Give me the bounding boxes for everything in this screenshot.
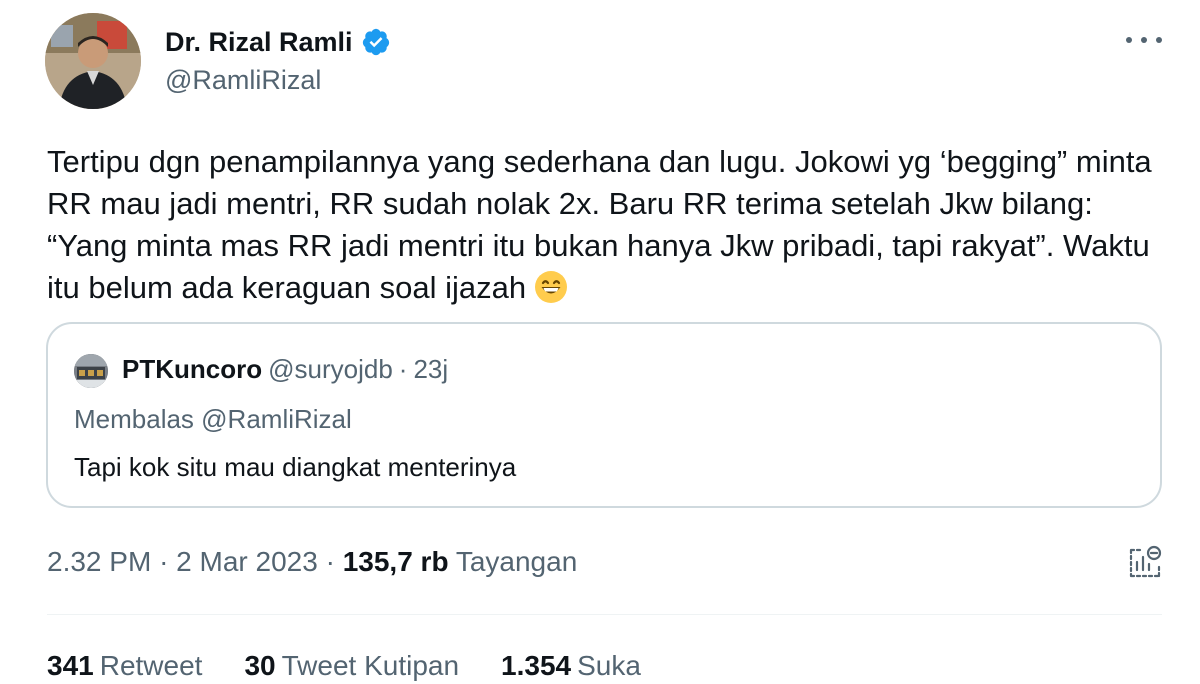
tweet-date[interactable]: 2 Mar 2023 — [176, 546, 318, 577]
quoted-tweet-header: PTKuncoro @suryojdb · 23j — [122, 352, 448, 386]
tweet-stats: 341 Retweet 30 Tweet Kutipan 1.354 Suka — [47, 648, 641, 684]
more-dot — [1126, 37, 1132, 43]
quoted-author-handle[interactable]: @suryojdb — [268, 354, 393, 384]
views-label: Tayangan — [455, 546, 578, 577]
verified-badge-icon — [361, 27, 391, 57]
tweet-text: Tertipu dgn penampilannya yang sederhana… — [47, 141, 1167, 309]
quoted-reply-context: Membalas @RamliRizal — [74, 404, 352, 434]
author-name-text: Dr. Rizal Ramli — [165, 27, 353, 57]
quotes-stat[interactable]: 30 Tweet Kutipan — [244, 648, 459, 684]
likes-stat[interactable]: 1.354 Suka — [501, 648, 641, 684]
retweets-stat[interactable]: 341 Retweet — [47, 648, 202, 684]
likes-label: Suka — [577, 650, 641, 681]
author-handle[interactable]: @RamliRizal — [165, 64, 321, 96]
quotes-label: Tweet Kutipan — [281, 650, 460, 681]
author-avatar[interactable] — [45, 13, 141, 109]
author-name[interactable]: Dr. Rizal Ramli — [165, 26, 391, 58]
quoted-tweet[interactable]: PTKuncoro @suryojdb · 23j Membalas @RamliRi… — [46, 322, 1162, 508]
separator: · — [159, 546, 169, 577]
tweet-time[interactable]: 2.32 PM — [47, 546, 151, 577]
separator: · — [325, 546, 335, 577]
quoted-tweet-text: Tapi kok situ mau diangkat menterinya — [74, 452, 517, 482]
retweets-count: 341 — [47, 650, 94, 681]
separator: · — [398, 354, 408, 384]
quotes-count: 30 — [244, 650, 276, 681]
tweet-text-content: Tertipu dgn penampilannya yang sederhana… — [47, 144, 1152, 305]
more-dot — [1156, 37, 1162, 43]
grinning-emoji-icon — [534, 270, 568, 304]
quoted-author-name[interactable]: PTKuncoro — [122, 354, 262, 384]
quoted-tweet-time: 23j — [413, 354, 449, 384]
tweet: Dr. Rizal Ramli @RamliRizal Tertipu dgn … — [0, 0, 1200, 681]
more-dot — [1141, 37, 1147, 43]
views-count: 135,7 rb — [342, 546, 449, 577]
tweet-meta: 2.32 PM · 2 Mar 2023 · 135,7 rb Tayangan — [47, 544, 577, 580]
quoted-author-avatar — [74, 354, 108, 388]
more-icon[interactable] — [1126, 28, 1162, 52]
divider — [47, 614, 1162, 615]
likes-count: 1.354 — [501, 650, 572, 681]
retweets-label: Retweet — [99, 650, 203, 681]
analytics-icon[interactable] — [1126, 544, 1164, 582]
